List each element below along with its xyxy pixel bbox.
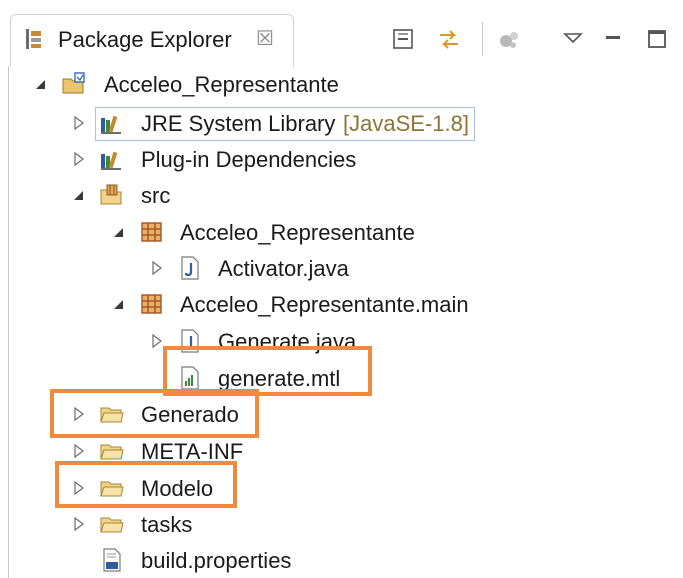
maximize-icon[interactable] [645, 26, 669, 52]
tree-item-label: Acceleo_Representante.main [180, 292, 469, 317]
minimize-icon[interactable] [601, 26, 625, 52]
source-folder-icon [100, 184, 122, 205]
java-file-icon [181, 256, 199, 280]
library-icon [101, 151, 121, 170]
tree-item-label: Acceleo_Representante [180, 220, 415, 245]
tree-item-label: Acceleo_Representante [104, 72, 339, 97]
tree-item-decoration: [JavaSE-1.8] [343, 111, 469, 136]
java-project-icon [62, 72, 85, 94]
package-explorer-icon [26, 29, 41, 49]
collapsed-arrow-icon[interactable] [150, 260, 164, 276]
collapsed-arrow-icon[interactable] [72, 443, 86, 459]
expanded-arrow-icon[interactable] [72, 187, 86, 203]
tree-item-package-acceleo-main[interactable]: Acceleo_Representante.main [0, 288, 683, 322]
package-explorer-view: Package Explorer ☒ Acceleo_Representante… [0, 0, 683, 578]
toolbar-separator [482, 22, 483, 56]
package-icon [141, 222, 162, 242]
folder-icon [100, 444, 124, 460]
tree-item-project[interactable]: Acceleo_Representante [0, 68, 683, 102]
collapsed-arrow-icon[interactable] [72, 151, 86, 167]
tree-item-package-acceleo[interactable]: Acceleo_Representante [0, 216, 683, 250]
view-menu-icon[interactable] [561, 26, 585, 52]
tree-item-label: Activator.java [218, 256, 349, 281]
highlight-box-generado [50, 389, 259, 438]
folder-icon [100, 517, 124, 533]
expanded-arrow-icon[interactable] [112, 296, 126, 312]
collapsed-arrow-icon[interactable] [72, 516, 86, 532]
focus-on-active-task-icon[interactable] [497, 26, 521, 52]
tree-item-tasks[interactable]: tasks [0, 508, 683, 542]
collapsed-arrow-icon[interactable] [150, 333, 164, 349]
tree-item-activator-java[interactable]: Activator.java [0, 252, 683, 286]
tree-item-label: tasks [141, 512, 193, 537]
collapsed-arrow-icon[interactable] [72, 115, 86, 131]
library-icon [101, 115, 121, 134]
link-with-editor-icon[interactable] [437, 26, 461, 52]
view-tab-bar: Package Explorer ☒ [0, 0, 683, 67]
close-icon[interactable]: ☒ [256, 27, 274, 51]
highlight-box-modelo [55, 461, 237, 508]
tree-item-label: src [141, 183, 171, 208]
tab-title: Package Explorer [58, 27, 232, 52]
tree-item-label: JRE System Library [141, 111, 336, 136]
package-icon [141, 294, 162, 314]
tree-item-plugin-dependencies[interactable]: Plug-in Dependencies [0, 143, 683, 177]
properties-file-icon [103, 548, 121, 572]
tree-item-label: build.properties [141, 548, 292, 573]
collapse-all-icon[interactable] [392, 26, 416, 52]
tree-item-jre-library[interactable]: JRE System Library [JavaSE-1.8] [0, 107, 683, 141]
tree-item-label: Plug-in Dependencies [141, 147, 357, 172]
expanded-arrow-icon[interactable] [112, 224, 126, 240]
tree-item-build-properties[interactable]: build.properties [0, 544, 683, 578]
expanded-arrow-icon[interactable] [34, 76, 48, 92]
tree-item-src[interactable]: src [0, 179, 683, 213]
